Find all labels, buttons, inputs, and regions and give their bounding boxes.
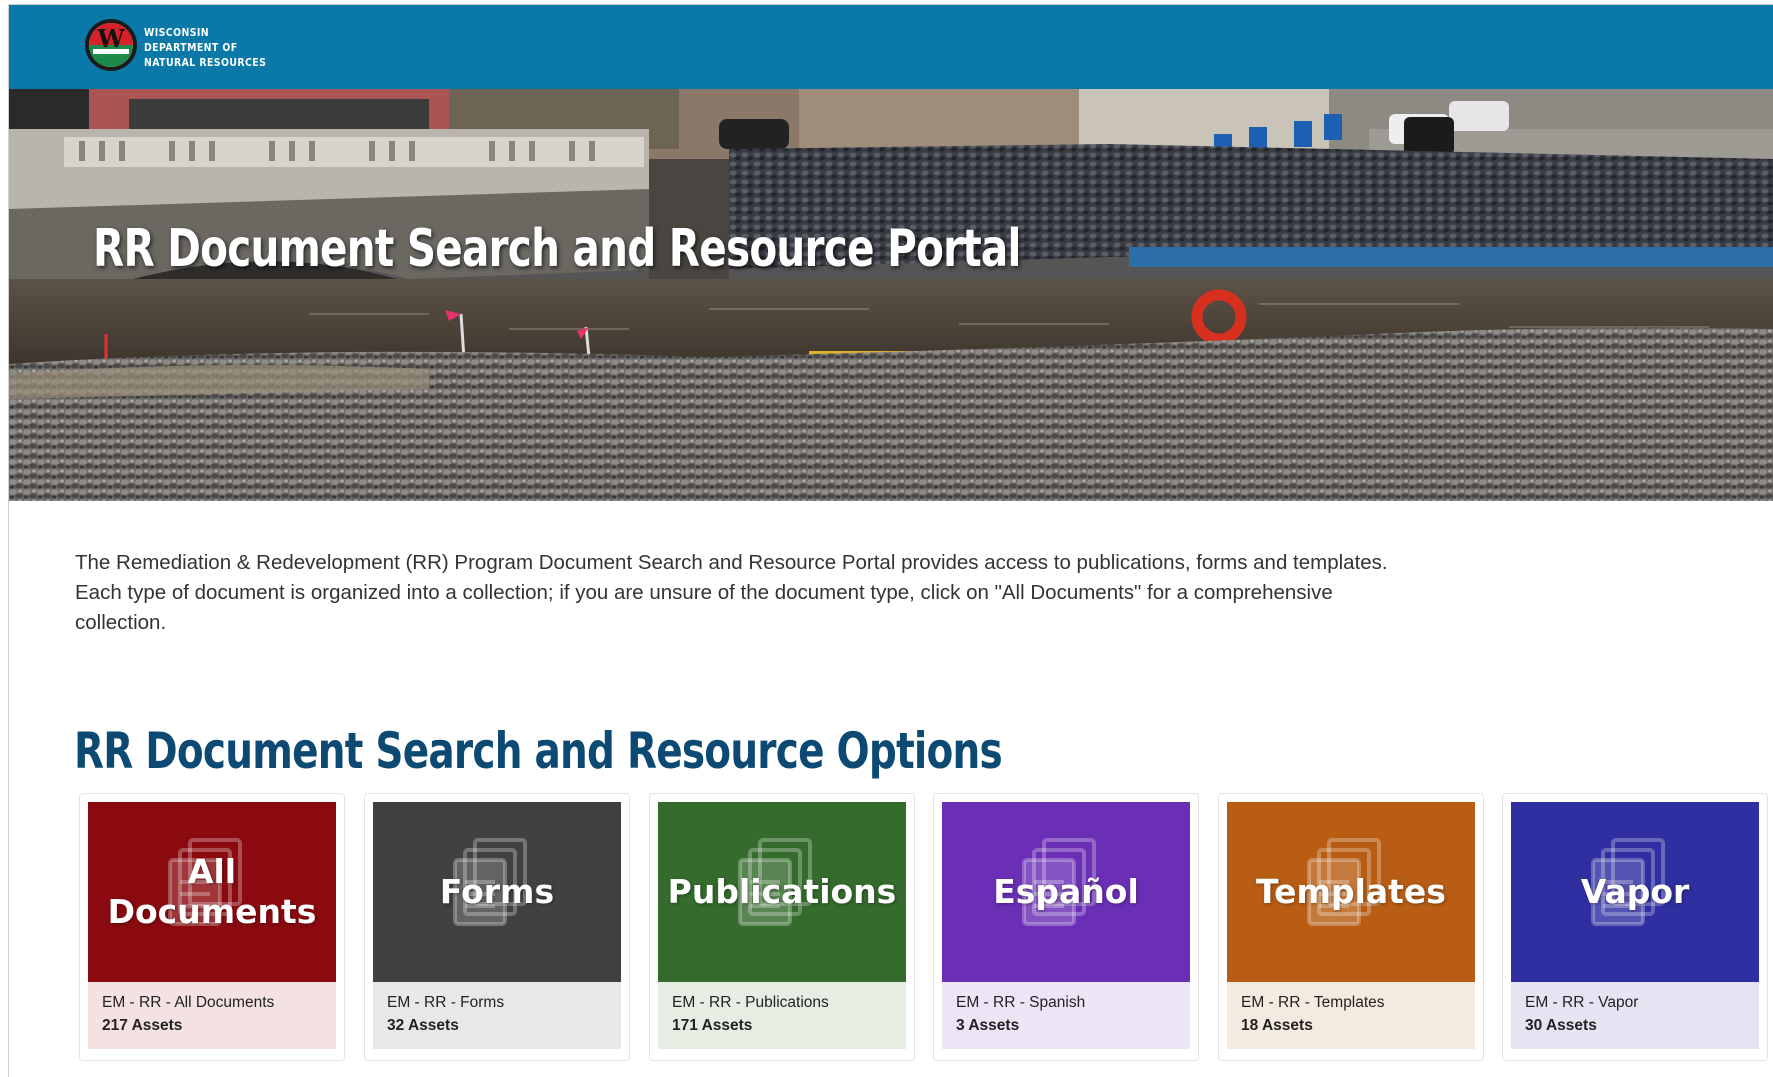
card-title: Forms [439,872,555,911]
card-collection-name: EM - RR - Publications [672,994,829,1011]
section-title: RR Document Search and Resource Options [74,722,1003,780]
card-collection-name: EM - RR - Templates [1241,994,1385,1011]
card-meta: EM - RR - Spanish 3 Assets [942,982,1190,1049]
card-thumbnail[interactable]: Publications [658,802,906,982]
card-title: All Documents [107,852,317,931]
card-thumbnail[interactable]: Español [942,802,1190,982]
collection-card[interactable]: Vapor EM - RR - Vapor 30 Assets [1502,793,1768,1061]
card-meta: EM - RR - Publications 171 Assets [658,982,906,1049]
dnr-logo[interactable]: W [84,18,138,72]
hero-banner: RR Document Search and Resource Portal [9,89,1773,501]
intro-paragraph: The Remediation & Redevelopment (RR) Pro… [75,551,1388,634]
collection-card[interactable]: Forms EM - RR - Forms 32 Assets [364,793,630,1061]
card-meta: EM - RR - Vapor 30 Assets [1511,982,1759,1049]
card-asset-count: 18 Assets [1241,1017,1313,1034]
card-meta: EM - RR - Forms 32 Assets [373,982,621,1049]
card-title: Español [993,872,1139,911]
card-asset-count: 171 Assets [672,1017,753,1034]
collection-card[interactable]: All Documents EM - RR - All Documents 217 … [79,793,345,1061]
card-thumbnail[interactable]: Vapor [1511,802,1759,982]
card-collection-name: EM - RR - Spanish [956,994,1086,1011]
card-asset-count: 3 Assets [956,1017,1020,1034]
card-title: Templates [1256,872,1446,911]
hero-photo [9,89,1773,501]
card-meta: EM - RR - Templates 18 Assets [1227,982,1475,1049]
card-meta: EM - RR - All Documents 217 Assets [88,982,336,1049]
card-asset-count: 32 Assets [387,1017,459,1034]
card-thumbnail[interactable]: Forms [373,802,621,982]
card-collection-name: EM - RR - Forms [387,994,505,1011]
collection-card[interactable]: Español EM - RR - Spanish 3 Assets [933,793,1199,1061]
card-thumbnail[interactable]: All Documents [88,802,336,982]
card-collection-name: EM - RR - Vapor [1525,994,1639,1011]
logo-letter: W [97,24,126,53]
card-title: Publications [667,872,897,911]
collection-card[interactable]: Templates EM - RR - Templates 18 Assets [1218,793,1484,1061]
collection-card[interactable]: Publications EM - RR - Publications 171 As… [649,793,915,1061]
card-thumbnail[interactable]: Templates [1227,802,1475,982]
hero-title: RR Document Search and Resource Portal [93,219,1021,279]
site-header: W WISCONSIN DEPARTMENT OF NATURAL RESOUR… [9,5,1773,89]
org-name: WISCONSIN DEPARTMENT OF NATURAL RESOURCE… [144,26,267,69]
card-collection-name: EM - RR - All Documents [102,994,275,1011]
card-asset-count: 30 Assets [1525,1017,1597,1034]
card-asset-count: 217 Assets [102,1017,183,1034]
card-title: Vapor [1580,872,1690,911]
